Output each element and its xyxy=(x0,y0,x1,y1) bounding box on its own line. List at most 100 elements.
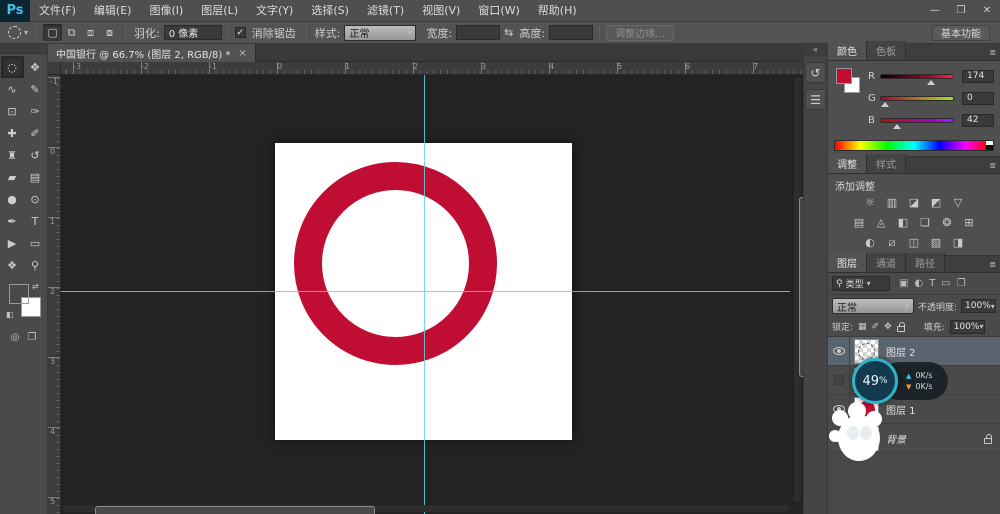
tab-channels[interactable]: 通道 xyxy=(867,253,906,272)
levels-icon[interactable]: ▥ xyxy=(885,196,900,209)
slider-thumb[interactable] xyxy=(927,80,935,85)
history-panel-icon[interactable]: ↺ xyxy=(805,62,826,83)
blue-value-input[interactable]: 42 xyxy=(962,114,994,127)
color-spectrum-ramp[interactable] xyxy=(834,140,994,151)
filter-smart-object-icon[interactable]: ❐ xyxy=(957,278,966,289)
black-white-icon[interactable]: ◧ xyxy=(896,216,911,229)
canvas-view[interactable] xyxy=(61,75,803,514)
tool-clone-stamp[interactable]: ♜ xyxy=(1,144,24,166)
horizontal-guide[interactable] xyxy=(61,291,790,292)
menu-select[interactable]: 选择(S) xyxy=(302,0,358,22)
properties-panel-icon[interactable]: ☰ xyxy=(805,89,826,110)
tool-move[interactable]: ✥ xyxy=(24,56,47,78)
photo-filter-icon[interactable]: ❏ xyxy=(918,216,933,229)
screen-mode-icon[interactable]: ❐ xyxy=(27,332,36,343)
tab-close-icon[interactable]: × xyxy=(238,48,246,59)
tab-paths[interactable]: 路径 xyxy=(906,253,945,272)
tool-healing-brush[interactable]: ✚ xyxy=(1,122,24,144)
tool-rectangle[interactable]: ▭ xyxy=(24,232,47,254)
tool-lasso[interactable]: ∿ xyxy=(1,78,24,100)
menu-window[interactable]: 窗口(W) xyxy=(469,0,528,22)
workspace-switcher[interactable]: 基本功能 xyxy=(932,25,990,41)
filter-pixel-icon[interactable]: ▣ xyxy=(899,278,908,289)
style-dropdown[interactable]: 正常 ▾ xyxy=(344,25,416,41)
filter-shape-icon[interactable]: ▭ xyxy=(941,278,950,289)
tool-elliptical-marquee[interactable]: ◌ xyxy=(1,56,24,78)
tab-color[interactable]: 颜色 xyxy=(828,41,867,60)
lock-position-icon[interactable]: ✥ xyxy=(884,322,892,332)
selective-color-icon[interactable]: ◨ xyxy=(951,236,966,249)
posterize-icon[interactable]: ⧄ xyxy=(885,236,900,249)
invert-icon[interactable]: ◐ xyxy=(863,236,878,249)
foreground-color-swatch[interactable] xyxy=(836,68,852,84)
tool-hand[interactable]: ❖ xyxy=(1,254,24,276)
menu-image[interactable]: 图像(I) xyxy=(140,0,192,22)
vertical-ruler[interactable]: -1 0 1 2 3 4 5 xyxy=(48,75,61,514)
toolbox-header[interactable] xyxy=(0,44,47,54)
blend-mode-dropdown[interactable]: 正常 ▾ xyxy=(832,298,914,314)
layer-name[interactable]: 图层 2 xyxy=(886,344,916,359)
black-swatch[interactable] xyxy=(986,145,993,150)
width-input[interactable] xyxy=(456,25,500,40)
vertical-guide[interactable] xyxy=(424,75,425,514)
refine-edge-button[interactable]: 调整边缘… xyxy=(606,25,674,41)
close-icon[interactable]: ✕ xyxy=(974,0,1000,22)
height-input[interactable] xyxy=(549,25,593,40)
subtract-selection-button[interactable]: ⧈ xyxy=(81,24,100,41)
menu-help[interactable]: 帮助(H) xyxy=(529,0,586,22)
vertical-scrollbar[interactable] xyxy=(794,77,801,502)
green-slider[interactable] xyxy=(880,96,954,101)
tool-type[interactable]: T xyxy=(24,210,47,232)
fill-input[interactable]: 100% ▾ xyxy=(950,320,985,334)
green-value-input[interactable]: 0 xyxy=(962,92,994,105)
tool-crop[interactable]: ⊡ xyxy=(1,100,24,122)
menu-type[interactable]: 文字(Y) xyxy=(247,0,302,22)
tool-pen[interactable]: ✒ xyxy=(1,210,24,232)
lock-all-icon[interactable] xyxy=(897,326,905,332)
tool-gradient[interactable]: ▤ xyxy=(24,166,47,188)
tab-adjustments[interactable]: 调整 xyxy=(828,154,867,173)
feather-input[interactable]: 0 像素 xyxy=(164,25,222,40)
slider-thumb[interactable] xyxy=(893,124,901,129)
horizontal-ruler[interactable]: -3 -2 -1 0 1 2 3 4 5 6 7 xyxy=(61,62,803,75)
tool-path-selection[interactable]: ▶ xyxy=(1,232,24,254)
tool-zoom[interactable]: ⚲ xyxy=(24,254,47,276)
visibility-toggle[interactable] xyxy=(828,337,850,366)
lock-transparency-icon[interactable]: ▦ xyxy=(858,322,867,332)
minimize-icon[interactable]: — xyxy=(922,0,948,22)
horizontal-scrollbar[interactable] xyxy=(63,505,789,512)
red-slider[interactable] xyxy=(880,74,954,79)
color-lookup-icon[interactable]: ⊞ xyxy=(962,216,977,229)
tool-preset-picker[interactable]: ▾ xyxy=(6,26,30,39)
menu-edit[interactable]: 编辑(E) xyxy=(85,0,141,22)
antialias-checkbox[interactable]: ✓ xyxy=(235,27,246,38)
opacity-input[interactable]: 100% ▾ xyxy=(961,299,996,313)
red-value-input[interactable]: 174 xyxy=(962,70,994,83)
panel-menu-icon[interactable]: ≣ xyxy=(989,161,996,170)
document-tab[interactable]: 中国银行 @ 66.7% (图层 2, RGB/8) * × xyxy=(48,44,256,62)
filter-adjustment-icon[interactable]: ◐ xyxy=(914,278,923,289)
intersect-selection-button[interactable]: ⧇ xyxy=(100,24,119,41)
tool-blur[interactable]: ● xyxy=(1,188,24,210)
percent-badge[interactable]: 49% xyxy=(852,358,898,404)
lock-pixels-icon[interactable]: ✐ xyxy=(872,322,880,332)
menu-layer[interactable]: 图层(L) xyxy=(192,0,247,22)
tab-styles[interactable]: 样式 xyxy=(867,154,906,173)
hue-saturation-icon[interactable]: ▤ xyxy=(852,216,867,229)
tab-swatches[interactable]: 色板 xyxy=(867,41,906,60)
foreground-color-swatch[interactable] xyxy=(9,284,29,304)
color-balance-icon[interactable]: ◬ xyxy=(874,216,889,229)
restore-icon[interactable]: ❐ xyxy=(948,0,974,22)
blue-slider[interactable] xyxy=(880,118,954,123)
menu-filter[interactable]: 滤镜(T) xyxy=(358,0,413,22)
menu-view[interactable]: 视图(V) xyxy=(413,0,469,22)
default-colors-icon[interactable]: ◧ xyxy=(6,310,14,319)
panel-menu-icon[interactable]: ≣ xyxy=(989,260,996,269)
tool-brush[interactable]: ✐ xyxy=(24,122,47,144)
new-selection-button[interactable]: ▢ xyxy=(43,24,62,41)
add-selection-button[interactable]: ⧉ xyxy=(62,24,81,41)
swap-colors-icon[interactable]: ⇄ xyxy=(32,282,39,291)
tool-history-brush[interactable]: ↺ xyxy=(24,144,47,166)
tool-dodge[interactable]: ⊙ xyxy=(24,188,47,210)
tool-quick-selection[interactable]: ✎ xyxy=(24,78,47,100)
